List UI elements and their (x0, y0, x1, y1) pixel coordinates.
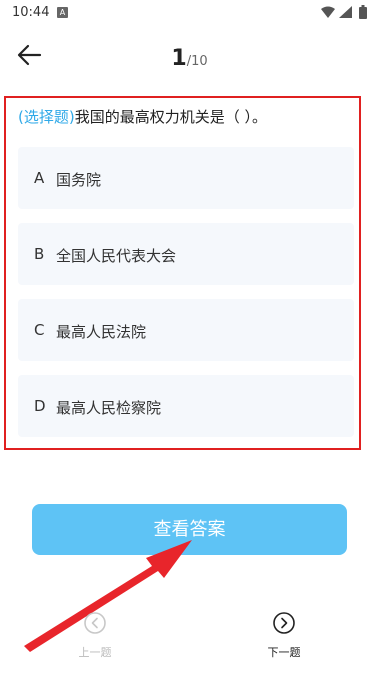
option-text: 国务院 (56, 171, 102, 189)
option-letter: D (34, 397, 46, 415)
option-text: 全国人民代表大会 (56, 247, 177, 265)
chevron-right-circle-icon (273, 612, 295, 634)
a-notification-icon: A (57, 7, 68, 18)
wifi-icon (321, 6, 335, 18)
question-text: 我国的最高权力机关是（ ）。 (74, 108, 267, 126)
status-bar: 10:44 A (0, 0, 379, 28)
option-d[interactable]: D 最高人民检察院 (18, 375, 354, 437)
question-type: (选择题) (18, 108, 75, 126)
prev-question-button[interactable]: 上一题 (70, 612, 120, 660)
counter-current: 1 (171, 46, 187, 71)
next-question-button[interactable]: 下一题 (259, 612, 309, 660)
question-text-line: (选择题)我国的最高权力机关是（ ）。 (18, 106, 267, 127)
option-text: 最高人民法院 (56, 323, 147, 341)
option-letter: C (34, 321, 45, 339)
prev-question-label: 上一题 (78, 646, 112, 659)
option-c[interactable]: C 最高人民法院 (18, 299, 354, 361)
view-answer-button[interactable]: 查看答案 (32, 504, 347, 555)
option-letter: B (34, 245, 45, 263)
option-b[interactable]: B 全国人民代表大会 (18, 223, 354, 285)
option-text: 最高人民检察院 (56, 399, 162, 417)
option-a[interactable]: A 国务院 (18, 147, 354, 209)
status-time: 10:44 (12, 5, 50, 20)
battery-icon (359, 5, 367, 19)
signal-icon (339, 6, 352, 18)
quiz-screen: 10:44 A 1/10 (选择题)我国的最高权力机关是（ ）。 A 国务院 B (0, 0, 379, 673)
question-counter: 1/10 (0, 46, 379, 71)
counter-total: /10 (186, 54, 208, 69)
question-panel: (选择题)我国的最高权力机关是（ ）。 A 国务院 B 全国人民代表大会 C 最… (4, 96, 361, 450)
next-question-label: 下一题 (267, 646, 301, 659)
chevron-left-circle-icon (84, 612, 106, 634)
option-letter: A (34, 169, 45, 187)
